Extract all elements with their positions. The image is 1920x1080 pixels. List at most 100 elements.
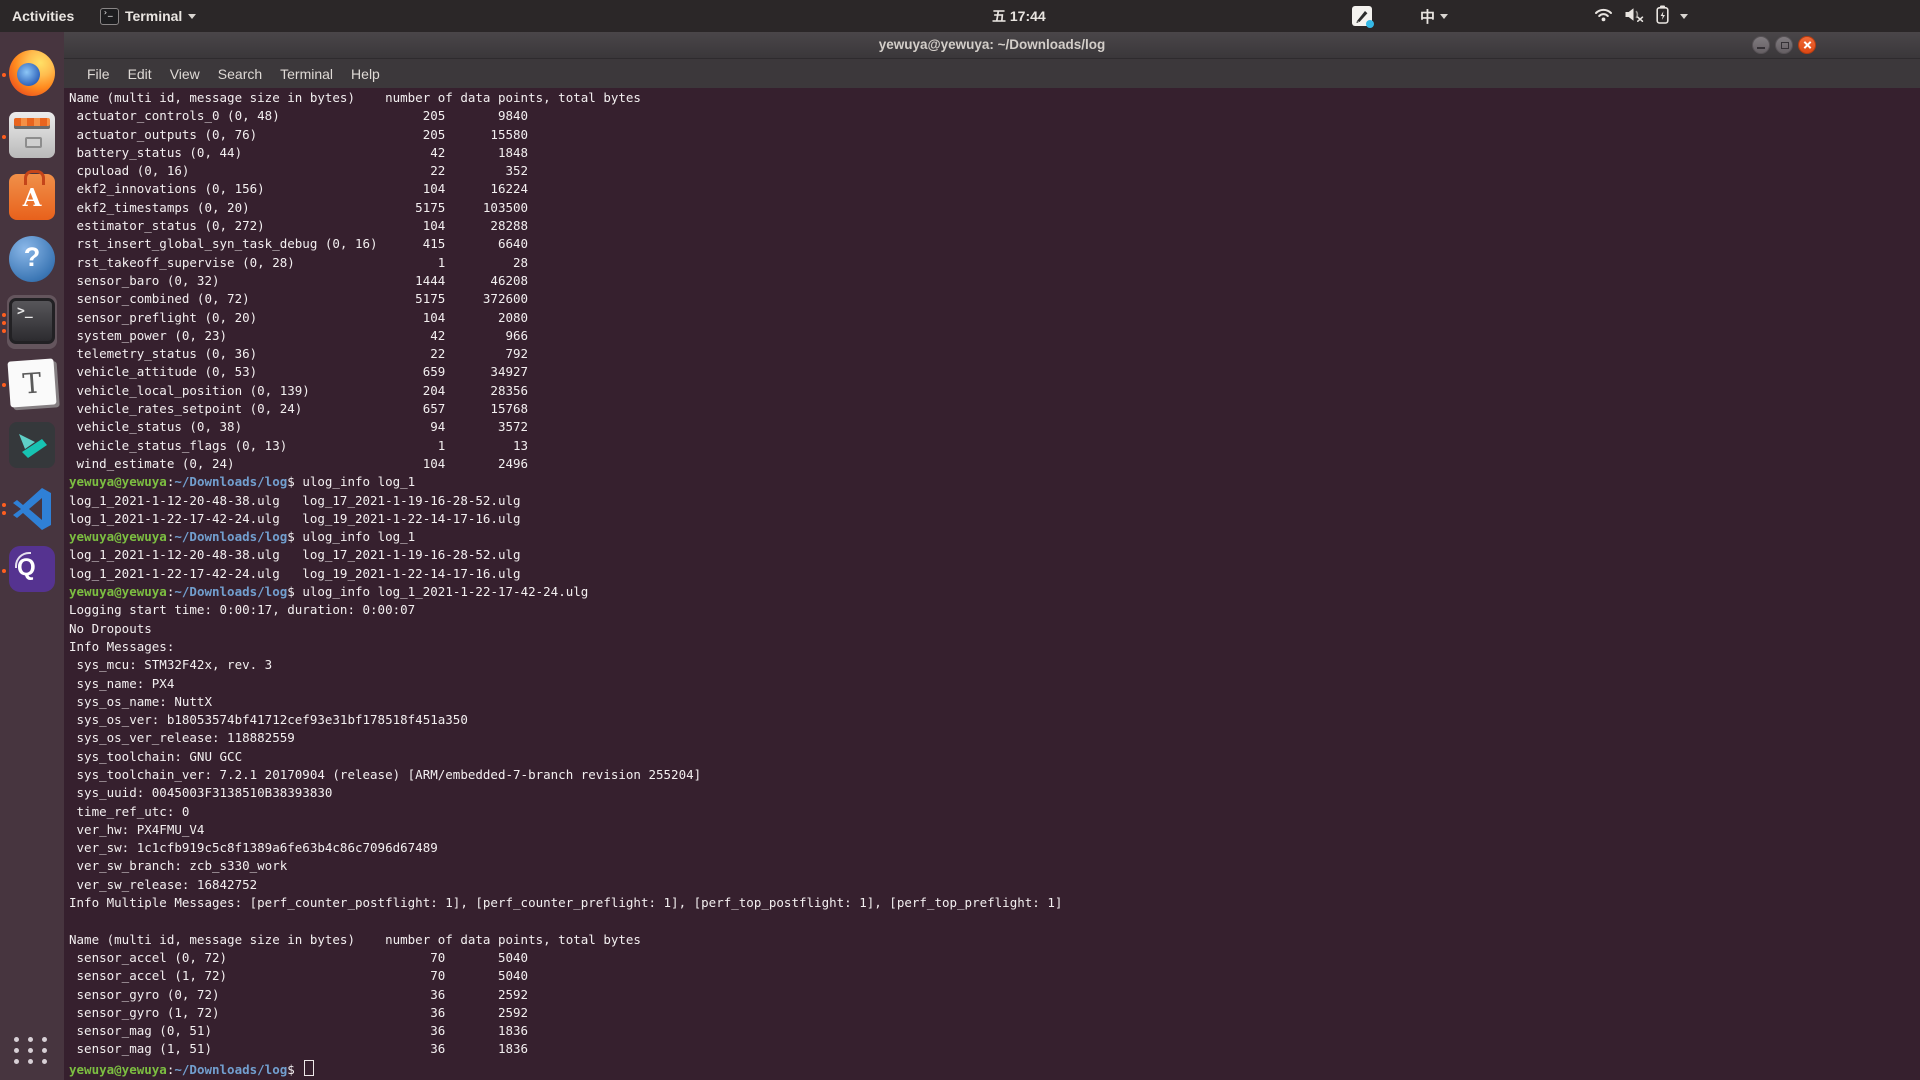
maximize-button[interactable] [1775,36,1793,54]
terminal-menubar: File Edit View Search Terminal Help [64,59,1920,88]
prompt-path: ~/Downloads/log [174,474,287,489]
prompt-path: ~/Downloads/log [174,1062,287,1077]
terminal-table-row: sensor_accel (0, 72) 70 5040 [69,950,1920,968]
running-indicator-dots [2,292,6,354]
dock-item-qgroundcontrol[interactable] [0,540,64,602]
terminal-output-line: sys_os_ver_release: 118882559 [69,730,1920,748]
dock-item-vscode[interactable] [0,478,64,540]
terminal-output-line: sys_toolchain: GNU GCC [69,749,1920,767]
dock-item-dev-app[interactable] [0,416,64,478]
prompt-command: ulog_info log_1 [302,474,415,489]
prompt-sigil: $ [287,584,302,599]
help-icon [9,236,55,282]
running-indicator-dots [2,354,6,416]
chevron-down-icon [1440,14,1448,19]
terminal-output-line: sys_os_name: NuttX [69,694,1920,712]
minimize-button[interactable] [1752,36,1770,54]
terminal-table-row: wind_estimate (0, 24) 104 2496 [69,456,1920,474]
dock-item-files[interactable] [0,106,64,168]
menu-terminal[interactable]: Terminal [271,63,342,85]
terminal-table-row: rst_insert_global_syn_task_debug (0, 16)… [69,236,1920,254]
terminal-file-list-line: log_1_2021-1-22-17-42-24.ulg log_19_2021… [69,511,1920,529]
activities-button[interactable]: Activities [12,0,74,32]
running-indicator-dots [2,478,6,540]
terminal-table-row: system_power (0, 23) 42 966 [69,328,1920,346]
prompt-sigil: $ [287,1062,302,1077]
dev-app-icon [9,422,55,468]
running-indicator-dots [2,540,6,602]
dock-item-terminal[interactable] [0,292,64,354]
menu-search[interactable]: Search [209,63,271,85]
terminal-table-row: sensor_baro (0, 32) 1444 46208 [69,273,1920,291]
window-titlebar[interactable]: yewuya@yewuya: ~/Downloads/log [64,32,1920,59]
keyboard-layout-menu[interactable]: 中 [1420,0,1448,32]
prompt-command: ulog_info log_1 [302,529,415,544]
terminal-output-line: sys_mcu: STM32F42x, rev. 3 [69,657,1920,675]
close-button[interactable] [1798,36,1816,54]
terminal-file-list-line: log_1_2021-1-12-20-48-38.ulg log_17_2021… [69,547,1920,565]
terminal-file-list-line: log_1_2021-1-22-17-42-24.ulg log_19_2021… [69,566,1920,584]
ime-status-dot [1366,20,1374,28]
clock[interactable]: 五 17:44 [992,0,1046,32]
prompt-user: yewuya@yewuya [69,474,167,489]
terminal-file-list-line: log_1_2021-1-12-20-48-38.ulg log_17_2021… [69,493,1920,511]
menu-edit[interactable]: Edit [119,63,161,85]
terminal-output-line: sys_os_ver: b18053574bf41712cef93e31bf17… [69,712,1920,730]
battery-icon [1656,5,1669,27]
terminal-cursor [304,1060,314,1076]
terminal-table-row: sensor_gyro (0, 72) 36 2592 [69,987,1920,1005]
menu-view[interactable]: View [161,63,209,85]
app-menu-button[interactable]: Terminal [100,0,196,32]
terminal-table-row: battery_status (0, 44) 42 1848 [69,145,1920,163]
terminal-table-row: sensor_mag (1, 51) 36 1836 [69,1041,1920,1059]
terminal-prompt-line: yewuya@yewuya:~/Downloads/log$ ulog_info… [69,529,1920,547]
prompt-sigil: $ [287,474,302,489]
terminal-table-row: estimator_status (0, 272) 104 28288 [69,218,1920,236]
activities-label: Activities [12,8,74,24]
qgroundcontrol-icon [9,546,55,592]
terminal-output-line: sys_toolchain_ver: 7.2.1 20170904 (relea… [69,767,1920,785]
prompt-user: yewuya@yewuya [69,1062,167,1077]
prompt-command: ulog_info log_1_2021-1-22-17-42-24.ulg [302,584,588,599]
terminal-table-row: sensor_combined (0, 72) 5175 372600 [69,291,1920,309]
text-editor-icon [7,358,56,407]
prompt-user: yewuya@yewuya [69,529,167,544]
terminal-table-header: Name (multi id, message size in bytes) n… [69,90,1920,108]
dock-item-help[interactable] [0,230,64,292]
terminal-output-line: Logging start time: 0:00:17, duration: 0… [69,602,1920,620]
terminal-window: yewuya@yewuya: ~/Downloads/log File Edit… [64,32,1920,1080]
running-indicator-dots [2,106,6,168]
chevron-down-icon [188,14,196,19]
terminal-blank-line [69,913,1920,931]
terminal-table-row: telemetry_status (0, 36) 22 792 [69,346,1920,364]
vscode-icon [9,484,55,530]
terminal-table-row: cpuload (0, 16) 22 352 [69,163,1920,181]
prompt-sigil: $ [287,529,302,544]
terminal-output-area[interactable]: Name (multi id, message size in bytes) n… [64,88,1920,1080]
terminal-table-row: vehicle_local_position (0, 139) 204 2835… [69,383,1920,401]
terminal-table-row: sensor_mag (0, 51) 36 1836 [69,1023,1920,1041]
dock-item-ubuntu-software[interactable] [0,168,64,230]
terminal-table-row: ekf2_timestamps (0, 20) 5175 103500 [69,200,1920,218]
terminal-output-line: Info Messages: [69,639,1920,657]
terminal-table-row: actuator_outputs (0, 76) 205 15580 [69,127,1920,145]
menu-file[interactable]: File [78,63,119,85]
firefox-icon [9,50,55,96]
terminal-app-icon [100,8,119,25]
terminal-table-row: vehicle_status_flags (0, 13) 1 13 [69,438,1920,456]
keyboard-layout-label: 中 [1420,6,1435,27]
system-status-menu[interactable] [1594,0,1688,32]
menu-help[interactable]: Help [342,63,389,85]
terminal-table-row: sensor_preflight (0, 20) 104 2080 [69,310,1920,328]
input-method-indicator[interactable] [1352,0,1372,32]
terminal-output-line: ver_hw: PX4FMU_V4 [69,822,1920,840]
show-applications-button[interactable] [14,1037,50,1064]
window-title: yewuya@yewuya: ~/Downloads/log [64,32,1920,58]
prompt-user: yewuya@yewuya [69,584,167,599]
input-method-icon [1352,6,1372,26]
terminal-output-line: Info Multiple Messages: [perf_counter_po… [69,895,1920,913]
dock-item-text-editor[interactable] [0,354,64,416]
dock-item-firefox[interactable] [0,44,64,106]
terminal-table-row: ekf2_innovations (0, 156) 104 16224 [69,181,1920,199]
ubuntu-software-icon [9,174,55,220]
